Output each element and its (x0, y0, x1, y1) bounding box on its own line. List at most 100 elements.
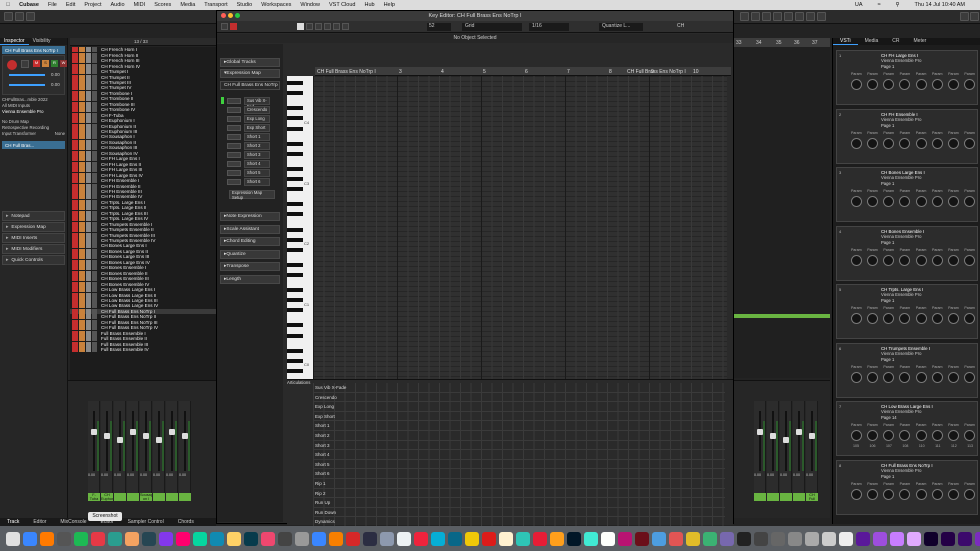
vsti-slot[interactable]: 2 CH FH Ensemble I Vienna Ensemble Pro Page… (836, 108, 978, 164)
vsti-slot[interactable]: 3 CH Bones Large Ens I Vienna Ensemble Pro… (836, 167, 978, 222)
articulation-row[interactable]: Rip 1 (313, 479, 725, 489)
articulation-row[interactable]: Run Down (313, 507, 725, 518)
knob[interactable] (851, 79, 862, 90)
knob[interactable] (931, 371, 943, 383)
dock-app-icon[interactable] (312, 531, 326, 546)
clock[interactable]: Thu 14 Jul 10:40 AM (915, 2, 965, 8)
write-button[interactable]: W (60, 60, 67, 67)
black-key[interactable] (287, 81, 303, 86)
slot-button[interactable] (227, 98, 241, 104)
section-midi-inserts[interactable]: ▸ MIDI Inserts (2, 233, 65, 243)
dock-app-icon[interactable] (363, 531, 377, 546)
edit-button[interactable] (86, 347, 91, 352)
inspector-track-section[interactable]: CH Full Bras... (2, 141, 65, 149)
dock-app-icon[interactable] (499, 531, 513, 546)
knob[interactable] (883, 488, 895, 500)
articulation-slot[interactable]: Short 5 (244, 169, 270, 177)
channel-name[interactable] (780, 493, 792, 501)
channel-name[interactable]: F-Tuba (88, 493, 100, 501)
knob[interactable] (915, 488, 927, 500)
piano-keyboard[interactable]: C4 C3 C2 C1 C0 (287, 76, 313, 379)
channel-name[interactable]: CH Full Brass En (806, 493, 818, 501)
tab-visibility[interactable]: Visibility (29, 38, 55, 45)
section-quick-controls[interactable]: ▸ Quick Controls (2, 255, 65, 265)
inspector-track-name[interactable]: CH Full Brass Ens NoTrp I (2, 46, 65, 54)
quantize-length-select[interactable]: Quantize L... (599, 23, 643, 31)
dock-app-icon[interactable] (754, 531, 768, 546)
black-key[interactable] (287, 91, 303, 96)
toolbar-button[interactable] (751, 12, 760, 21)
black-key[interactable] (287, 247, 303, 252)
grid-select[interactable]: Grid (462, 23, 522, 31)
expression-map-select[interactable]: CH Full Brass Ens NoTrp (220, 81, 280, 90)
knob[interactable] (899, 430, 911, 441)
minimize-window-icon[interactable] (228, 13, 233, 18)
dock-app-icon[interactable] (193, 531, 207, 546)
toolbar-button[interactable] (26, 12, 35, 21)
dock-app-icon[interactable] (346, 531, 360, 546)
knob[interactable] (931, 313, 943, 324)
dock-app-icon[interactable] (635, 531, 649, 546)
apple-icon[interactable]:  (6, 2, 10, 8)
dock-app-icon[interactable] (788, 531, 802, 546)
section-quantize[interactable]: ▸ Quantize (220, 249, 280, 259)
dock-app-icon[interactable] (278, 531, 292, 546)
section-expression-map[interactable]: ▸ Expression Map (2, 222, 65, 232)
dock-app-icon[interactable] (703, 531, 717, 546)
black-key[interactable] (287, 116, 303, 121)
slot-button[interactable] (227, 152, 241, 158)
channel-name[interactable] (767, 493, 779, 501)
dock-app-icon[interactable] (737, 531, 751, 546)
menu-transport[interactable]: Transport (204, 2, 227, 8)
articulation-row[interactable]: Rip 2 (313, 488, 725, 499)
toolbar-button[interactable] (795, 12, 804, 21)
vsti-slot[interactable]: 8 CH Full Brass Ens NoTrp I Vienna Ensembl… (836, 459, 978, 515)
tab-editor[interactable]: Editor (26, 518, 53, 526)
knob[interactable] (899, 196, 911, 207)
vsti-slot[interactable]: 5 CH Trpts. Large Ens I Vienna Ensemble Pr… (836, 284, 978, 339)
erase-tool-icon[interactable] (315, 23, 322, 30)
menu-help[interactable]: Help (384, 2, 395, 8)
dock-app-icon[interactable] (159, 531, 173, 546)
black-key[interactable] (287, 227, 303, 232)
pointer-tool-icon[interactable] (297, 23, 304, 30)
knob[interactable] (867, 254, 879, 266)
dock-app-icon[interactable] (941, 531, 955, 546)
knob[interactable] (899, 371, 911, 383)
knob[interactable] (867, 313, 879, 324)
lang-indicator[interactable]: UA (855, 2, 863, 8)
knob[interactable] (851, 430, 862, 441)
dock-app-icon[interactable] (6, 531, 20, 546)
knob[interactable] (947, 79, 959, 90)
menu-project[interactable]: Project (84, 2, 101, 8)
note-grid[interactable] (313, 76, 727, 379)
section-scale-assistant[interactable]: ▸ Scale Assistant (220, 224, 280, 234)
articulation-slot[interactable]: Exp Long (244, 115, 270, 123)
articulation-row[interactable]: Exp Short (313, 411, 725, 422)
glue-tool-icon[interactable] (333, 23, 340, 30)
dock-app-icon[interactable] (125, 531, 139, 546)
knob[interactable] (867, 79, 879, 90)
dock-app-icon[interactable] (686, 531, 700, 546)
black-key[interactable] (287, 298, 303, 303)
black-key[interactable] (287, 177, 303, 181)
knob[interactable] (947, 371, 959, 383)
menu-edit[interactable]: Edit (66, 2, 75, 8)
tab-chords[interactable]: Chords (171, 518, 201, 526)
knob[interactable] (883, 313, 895, 324)
channel-name[interactable] (179, 493, 191, 501)
knob[interactable] (899, 488, 911, 500)
tab-sampler-control[interactable]: Sampler Control (121, 518, 171, 526)
dock-app-icon[interactable] (652, 531, 666, 546)
dock-app-icon[interactable] (924, 531, 938, 546)
mute-tool-icon[interactable] (342, 23, 349, 30)
knob[interactable] (947, 313, 959, 324)
volume-slider[interactable] (9, 74, 45, 76)
pan-value[interactable]: 0.00 (51, 82, 60, 87)
black-key[interactable] (287, 262, 303, 267)
articulation-slot[interactable]: Exp Short (244, 124, 270, 132)
knob[interactable] (899, 137, 911, 149)
dock-app-icon[interactable] (482, 531, 496, 546)
channel-name[interactable] (127, 493, 139, 501)
dock-app-icon[interactable] (329, 531, 343, 546)
